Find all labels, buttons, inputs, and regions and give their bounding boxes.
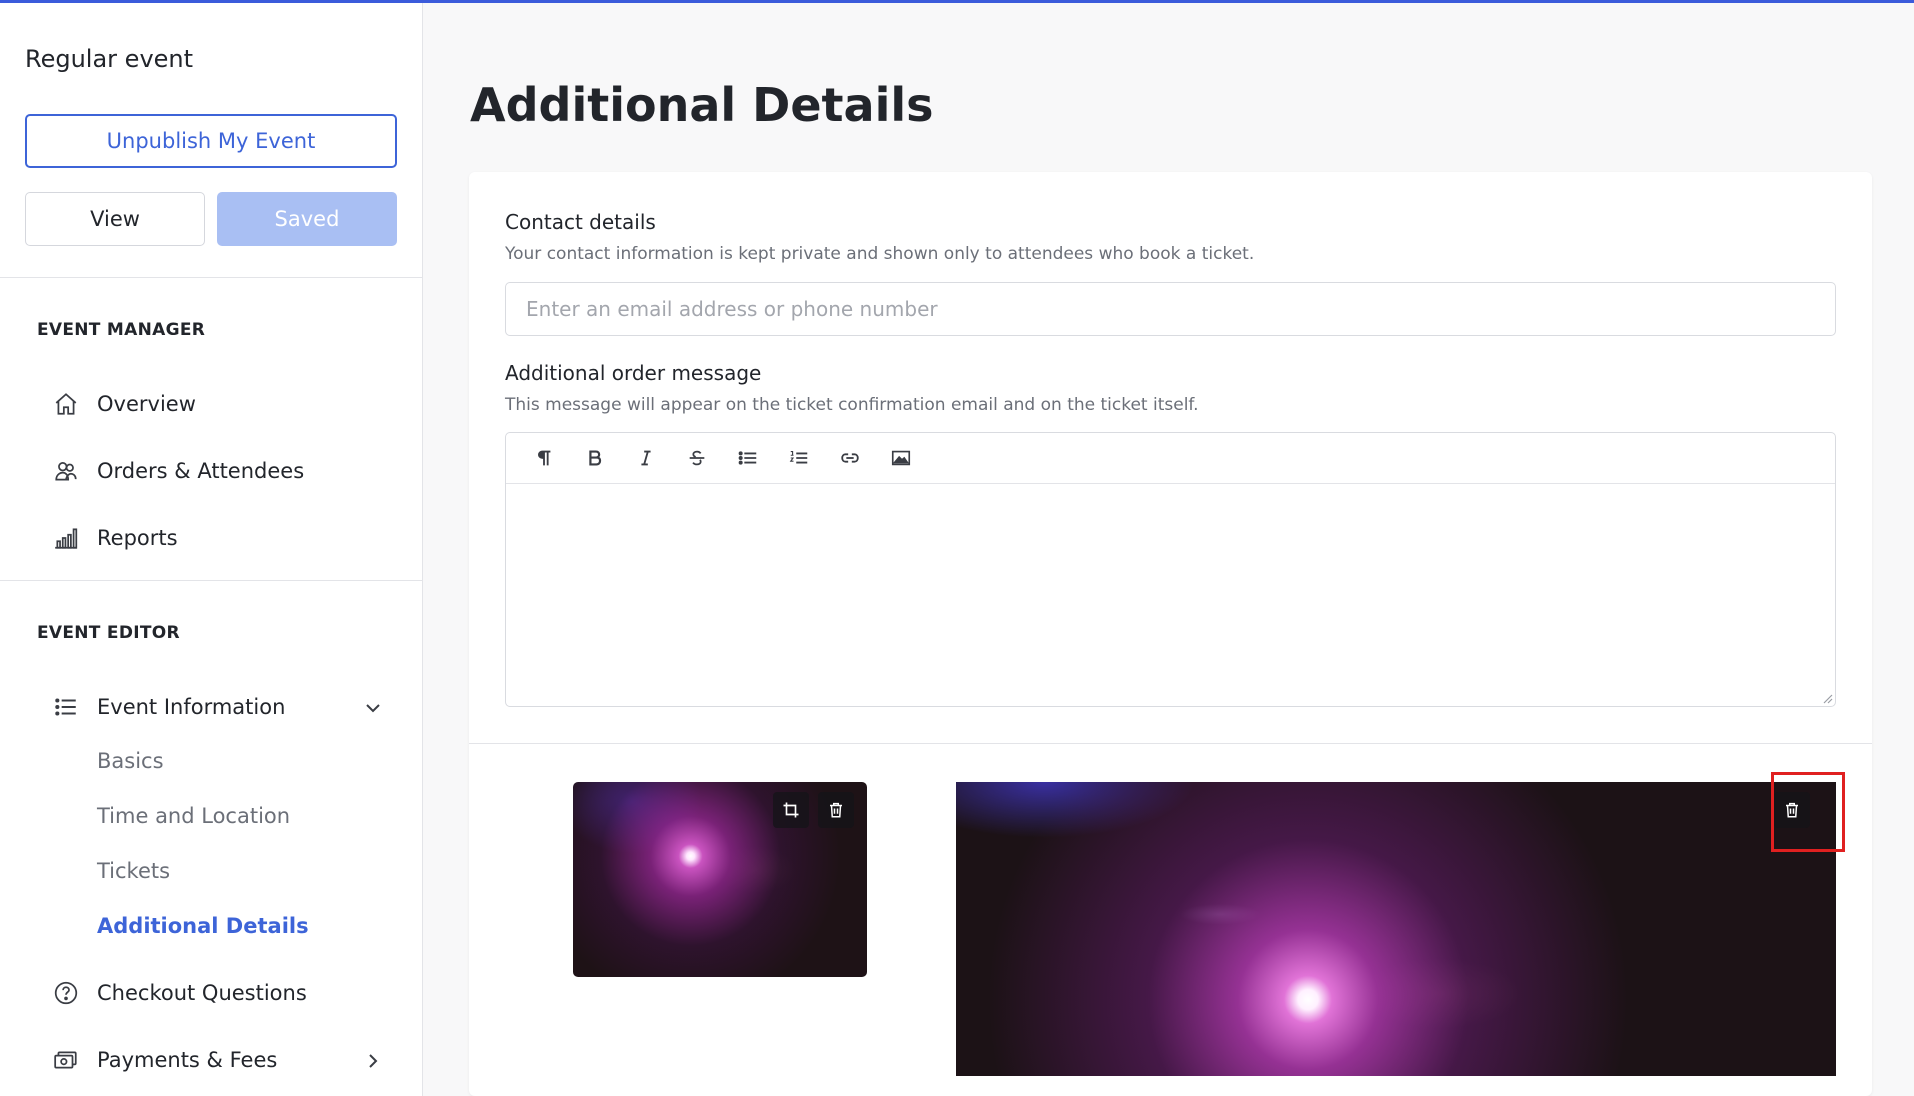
contact-details-help: Your contact information is kept private… [505,244,1255,264]
paragraph-icon[interactable] [518,438,569,478]
sidebar-item-payments-fees[interactable]: Payments & Fees [52,1040,277,1080]
sidebar-item-overview[interactable]: Overview [52,384,196,424]
chevron-down-icon[interactable] [361,696,385,720]
bullet-list-icon[interactable] [722,438,773,478]
resize-handle-icon[interactable] [1819,690,1833,704]
image-icon[interactable] [875,438,926,478]
sidebar-item-label: Payments & Fees [97,1048,278,1072]
sidebar-item-event-information[interactable]: Event Information [52,687,285,727]
event-thumbnail-image [573,782,867,977]
strikethrough-icon[interactable] [671,438,722,478]
bar-chart-icon [52,524,80,552]
order-message-editor[interactable] [505,432,1836,707]
section-divider [469,743,1872,744]
sidebar-item-label: Reports [97,526,178,550]
event-editor-title: EVENT EDITOR [37,623,180,643]
bold-icon[interactable] [569,438,620,478]
crop-icon[interactable] [773,792,809,828]
sidebar-item-reports[interactable]: Reports [52,518,178,558]
numbered-list-icon[interactable] [773,438,824,478]
order-message-label: Additional order message [505,361,762,385]
contact-details-label: Contact details [505,210,656,234]
users-icon [52,457,80,485]
sidebar-subitem-time-location[interactable]: Time and Location [97,804,290,828]
details-card: Contact details Your contact information… [469,172,1872,1096]
saved-button[interactable]: Saved [217,192,397,246]
question-circle-icon [52,979,80,1007]
italic-icon[interactable] [620,438,671,478]
list-icon [52,693,80,721]
sidebar-item-label: Event Information [97,695,286,719]
sidebar-subitem-basics[interactable]: Basics [97,749,164,773]
sidebar: Regular event Unpublish My Event View Sa… [0,3,423,1096]
unpublish-button[interactable]: Unpublish My Event [25,114,397,168]
chevron-right-icon[interactable] [361,1049,385,1073]
event-banner-image [956,782,1836,1076]
trash-icon[interactable] [818,792,854,828]
event-manager-title: EVENT MANAGER [37,320,206,340]
sidebar-item-checkout-questions[interactable]: Checkout Questions [52,973,307,1013]
event-name: Regular event [25,45,194,73]
sidebar-divider [0,580,422,581]
page-title: Additional Details [470,78,934,132]
sidebar-subitem-tickets[interactable]: Tickets [97,859,170,883]
money-icon [52,1046,80,1074]
order-message-help: This message will appear on the ticket c… [505,395,1199,415]
sidebar-item-label: Orders & Attendees [97,459,305,483]
editor-toolbar [506,433,1835,484]
sidebar-item-label: Overview [97,392,196,416]
sidebar-item-orders-attendees[interactable]: Orders & Attendees [52,451,304,491]
sidebar-divider [0,277,422,278]
link-icon[interactable] [824,438,875,478]
highlight-box [1771,772,1845,852]
view-button[interactable]: View [25,192,205,246]
contact-details-input[interactable] [505,282,1836,336]
home-icon [52,390,80,418]
sidebar-item-label: Checkout Questions [97,981,307,1005]
sidebar-subitem-additional-details[interactable]: Additional Details [97,914,309,938]
